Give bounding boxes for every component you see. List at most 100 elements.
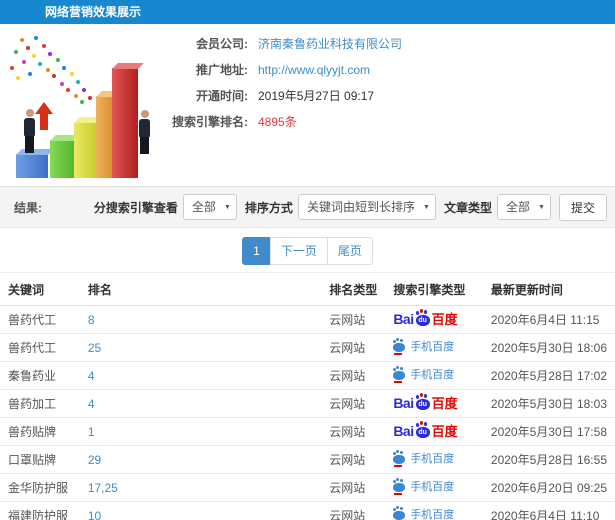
baidu-logo-bai: Bai: [393, 423, 414, 439]
confetti-dot: [60, 82, 64, 86]
engine-cell: Bai du 百度: [385, 389, 483, 418]
table-row: 金华防护服 17,25 云网站 手机百度 2020年6月20日 09:25: [0, 473, 615, 502]
titlebar: 网络营销效果展示: [0, 0, 615, 24]
rank-link[interactable]: 4: [88, 397, 95, 411]
rank-link[interactable]: 25: [88, 341, 101, 355]
keyword-cell: 兽药贴牌: [0, 417, 80, 446]
businessman-right: [139, 110, 150, 154]
confetti-dot: [52, 74, 56, 78]
confetti-dot: [62, 66, 66, 70]
confetti-dot: [20, 38, 24, 42]
page: 网络营销效果展示 会员公司: 济南秦鲁药业科技有限公司 推广地址: http://ww…: [0, 0, 615, 520]
keyword-cell: 福建防护服: [0, 501, 80, 520]
updated-cell: 2020年5月28日 17:02: [482, 361, 615, 390]
column-header: 搜索引擎类型: [385, 272, 483, 306]
profile-field-label: 会员公司:: [196, 37, 248, 51]
rank-link[interactable]: 8: [88, 313, 95, 327]
profile-field-value[interactable]: http://www.qlyyjt.com: [258, 63, 370, 77]
engine-cell: 手机百度: [385, 501, 483, 520]
profile-field-value[interactable]: 济南秦鲁药业科技有限公司: [258, 37, 402, 51]
engine-cell: Bai du 百度: [385, 417, 483, 446]
profile-field: 推广地址: http://www.qlyyjt.com: [170, 62, 570, 78]
column-header: 排名类型: [321, 272, 386, 306]
rank-type-cell: 云网站: [321, 333, 386, 362]
baidu-logo: Bai du 百度: [393, 395, 458, 411]
rank-type-cell: 云网站: [321, 445, 386, 474]
updated-cell: 2020年6月4日 11:15: [482, 305, 615, 334]
table-row: 兽药贴牌 1 云网站 Bai du 百度 2020年5月30日 17:58: [0, 417, 615, 446]
member-profile: 会员公司: 济南秦鲁药业科技有限公司 推广地址: http://www.qlyyjt.…: [170, 36, 570, 140]
rank-link[interactable]: 10: [88, 509, 101, 520]
rank-type-cell: 云网站: [321, 501, 386, 520]
baidu-paw-du: du: [418, 401, 427, 408]
rank-cell: 10: [79, 501, 322, 520]
page-1-button[interactable]: 1: [242, 237, 271, 265]
next-page-button[interactable]: 下一页: [269, 237, 328, 265]
rank-cell: 29: [79, 445, 322, 474]
rank-link[interactable]: 29: [88, 453, 101, 467]
rank-link[interactable]: 1: [88, 425, 95, 439]
mobile-baidu-label: 手机百度: [410, 368, 455, 381]
confetti-dot: [70, 72, 74, 76]
rank-type-cell: 云网站: [321, 417, 386, 446]
keyword-cell: 兽药代工: [0, 333, 80, 362]
rank-cell: 1: [79, 417, 322, 446]
confetti-dot: [34, 36, 38, 40]
profile-field-label: 推广地址:: [196, 63, 248, 77]
confetti-dot: [22, 60, 26, 64]
mobile-baidu-paw-icon: [393, 339, 406, 355]
keyword-cell: 金华防护服: [0, 473, 80, 502]
profile-field-value: 4895条: [258, 115, 297, 129]
confetti-dot: [32, 54, 36, 58]
confetti-dot: [48, 52, 52, 56]
rank-link[interactable]: 17,25: [88, 481, 118, 495]
article-type-filter-select[interactable]: 全部: [496, 194, 551, 221]
table-row: 福建防护服 10 云网站 手机百度 2020年6月4日 11:10: [0, 501, 615, 520]
keywords-table: 关键词 排名 排名类型 搜索引擎类型 最新更新时间 兽药代工 8 云网站 Bai du 百度 202…: [0, 272, 615, 520]
confetti-dot: [88, 96, 92, 100]
engine-filter-select[interactable]: 全部: [182, 194, 237, 221]
baidu-logo-cn: 百度: [431, 396, 458, 411]
submit-button[interactable]: 提交: [558, 193, 607, 221]
updated-cell: 2020年6月20日 09:25: [482, 473, 615, 502]
profile-field: 搜索引擎排名: 4895条: [170, 114, 570, 130]
confetti-dot: [56, 58, 60, 62]
baidu-logo-bai: Bai: [393, 395, 414, 411]
column-header: 最新更新时间: [482, 272, 615, 306]
engine-cell: 手机百度: [385, 445, 483, 474]
table-row: 口罩贴牌 29 云网站 手机百度 2020年5月28日 16:55: [0, 445, 615, 474]
engine-cell: 手机百度: [385, 333, 483, 362]
keyword-cell: 兽药加工: [0, 389, 80, 418]
baidu-paw-du: du: [418, 317, 427, 324]
up-arrow-icon: [35, 102, 53, 130]
mobile-baidu-label: 手机百度: [410, 508, 455, 520]
profile-field: 开通时间: 2019年5月27日 09:17: [170, 88, 570, 104]
confetti-dot: [28, 72, 32, 76]
table-row: 秦鲁药业 4 云网站 手机百度 2020年5月28日 17:02: [0, 361, 615, 390]
rank-type-cell: 云网站: [321, 473, 386, 502]
mobile-baidu-paw-icon: [393, 451, 406, 467]
results-toolbar: 结果: 分搜索引擎查看全部排序方式关键词由短到长排序文章类型全部提交: [0, 186, 615, 228]
rank-link[interactable]: 4: [88, 369, 95, 383]
top-section: 会员公司: 济南秦鲁药业科技有限公司 推广地址: http://www.qlyyjt.…: [0, 24, 615, 186]
mobile-baidu-paw-icon: [393, 479, 406, 495]
confetti-dot: [14, 50, 18, 54]
chart-bar-red: [112, 63, 144, 178]
baidu-paw-icon: du: [415, 395, 430, 410]
mobile-baidu-logo: 手机百度: [393, 339, 454, 355]
baidu-paw-icon: du: [415, 311, 430, 326]
baidu-logo: Bai du 百度: [393, 423, 458, 439]
rank-type-cell: 云网站: [321, 389, 386, 418]
table-header: 关键词 排名 排名类型 搜索引擎类型 最新更新时间: [0, 272, 615, 306]
sort-filter-select[interactable]: 关键词由短到长排序: [297, 194, 436, 221]
mobile-baidu-logo: 手机百度: [393, 367, 455, 383]
mobile-baidu-logo: 手机百度: [393, 451, 455, 467]
baidu-paw-icon: du: [415, 423, 430, 438]
baidu-paw-du: du: [418, 429, 427, 436]
last-page-button[interactable]: 尾页: [326, 237, 373, 265]
confetti-dot: [38, 62, 42, 66]
mobile-baidu-label: 手机百度: [410, 452, 455, 465]
mobile-baidu-logo: 手机百度: [393, 479, 454, 495]
rank-cell: 8: [79, 305, 322, 334]
engine-cell: 手机百度: [385, 361, 483, 390]
